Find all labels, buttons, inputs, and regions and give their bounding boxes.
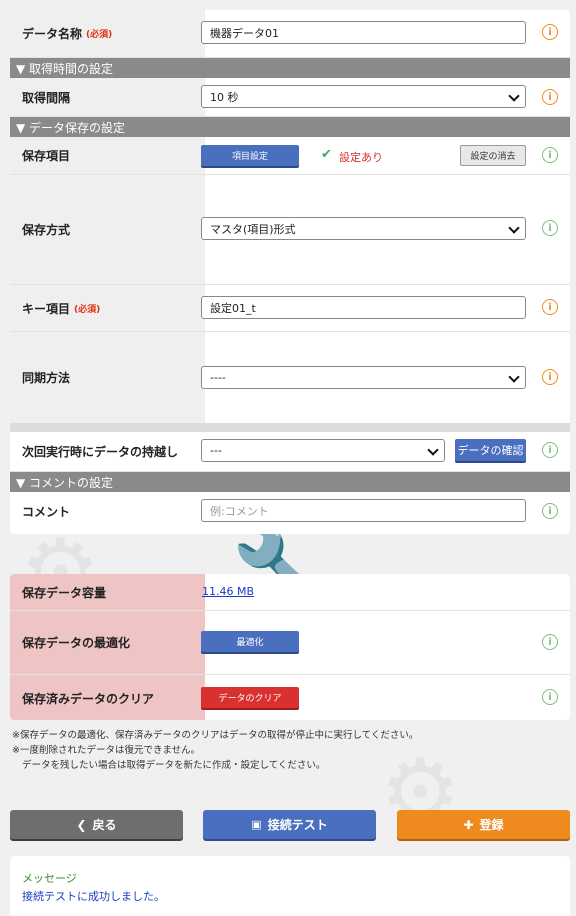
sync-method-select[interactable]: ---- (201, 366, 526, 389)
sync-method-row: 同期方法 ---- i (10, 332, 570, 423)
capacity-label: 保存データ容量 (10, 574, 205, 610)
capacity-row: 保存データ容量 11.46 MB (10, 574, 570, 611)
item-settings-button[interactable]: 項目設定 (201, 145, 299, 166)
sync-method-label: 同期方法 (10, 332, 205, 423)
interval-label: 取得間隔 (10, 78, 205, 116)
warning-circle-icon[interactable]: i (542, 299, 558, 315)
save-items-label: 保存項目 (10, 137, 205, 174)
comment-label: コメント (10, 492, 205, 530)
key-item-row: キー項目 (必須) 設定01_t i (10, 285, 570, 332)
carry-over-row: 次回実行時にデータの持越し --- データの確認 i (10, 432, 570, 472)
user-plus-icon: ✚ (463, 817, 474, 832)
info-circle-icon[interactable]: i (542, 634, 558, 650)
clear-data-label: 保存済みデータのクリア (10, 675, 205, 720)
message-text: 接続テストに成功しました。 (22, 890, 165, 903)
save-items-row: 保存項目 項目設定 ✔ 設定あり 設定の消去 i (10, 137, 570, 175)
storage-card: 保存データ容量 11.46 MB 保存データの最適化 最適化 i 保存済みデータ… (10, 574, 570, 720)
key-item-input[interactable]: 設定01_t (201, 296, 526, 319)
carry-over-label: 次回実行時にデータの持越し (10, 432, 205, 471)
connection-test-button[interactable]: ▣ 接続テスト (203, 810, 376, 839)
clear-data-button[interactable]: データのクリア (201, 687, 299, 708)
comment-row: コメント 例:コメント i (10, 492, 570, 530)
message-title: メッセージ (22, 872, 77, 885)
info-circle-icon[interactable]: i (542, 147, 558, 163)
data-name-input[interactable]: 機器データ01 (201, 21, 526, 44)
data-name-row: データ名称 (必須) 機器データ01 i (10, 10, 570, 58)
info-circle-icon[interactable]: i (542, 503, 558, 519)
settings-form: データ名称 (必須) 機器データ01 i ▼ 取得時間の設定 取得間隔 10 秒 … (10, 10, 570, 534)
save-method-label: 保存方式 (10, 175, 205, 284)
note-line: ※保存データの最適化、保存済みデータのクリアはデータの取得が停止中に実行してくだ… (12, 730, 419, 741)
note-line: データを残したい場合は取得データを新たに作成・設定してください。 (22, 760, 326, 771)
optimize-label: 保存データの最適化 (10, 611, 205, 674)
clear-settings-button[interactable]: 設定の消去 (460, 145, 526, 166)
info-circle-icon[interactable]: i (542, 220, 558, 236)
interval-select[interactable]: 10 秒 (201, 85, 526, 108)
info-circle-icon[interactable]: i (542, 689, 558, 705)
note-line: ※一度削除されたデータは復元できません。 (12, 745, 201, 756)
warning-circle-icon[interactable]: i (542, 24, 558, 40)
comment-input[interactable]: 例:コメント (201, 499, 526, 522)
capacity-value[interactable]: 11.46 MB (202, 585, 254, 598)
clear-data-row: 保存済みデータのクリア データのクリア i (10, 675, 570, 720)
network-icon: ▣ (251, 818, 262, 831)
check-icon: ✔ (321, 147, 332, 162)
save-method-row: 保存方式 マスタ(項目)形式 i (10, 175, 570, 285)
key-item-label: キー項目 (22, 301, 71, 316)
register-button[interactable]: ✚ 登録 (397, 810, 570, 839)
warning-circle-icon[interactable]: i (542, 89, 558, 105)
check-data-button[interactable]: データの確認 (455, 439, 526, 461)
save-method-select[interactable]: マスタ(項目)形式 (201, 217, 526, 240)
data-name-label: データ名称 (22, 27, 83, 41)
divider (10, 423, 570, 432)
optimize-button[interactable]: 最適化 (201, 631, 299, 652)
chevron-left-icon: ❮ (76, 817, 87, 832)
carry-over-select[interactable]: --- (201, 439, 445, 462)
section-save-header: ▼ データ保存の設定 (10, 117, 570, 137)
section-comment-header: ▼ コメントの設定 (10, 472, 570, 492)
interval-row: 取得間隔 10 秒 i (10, 78, 570, 117)
back-button[interactable]: ❮ 戻る (10, 810, 183, 839)
info-circle-icon[interactable]: i (542, 442, 558, 458)
message-panel: メッセージ 接続テストに成功しました。 (10, 856, 570, 916)
optimize-row: 保存データの最適化 最適化 i (10, 611, 570, 675)
warning-circle-icon[interactable]: i (542, 369, 558, 385)
required-mark: (必須) (86, 30, 113, 40)
required-mark: (必須) (74, 304, 101, 315)
setting-status-text: 設定あり (339, 151, 383, 164)
section-acquire-header: ▼ 取得時間の設定 (10, 58, 570, 78)
